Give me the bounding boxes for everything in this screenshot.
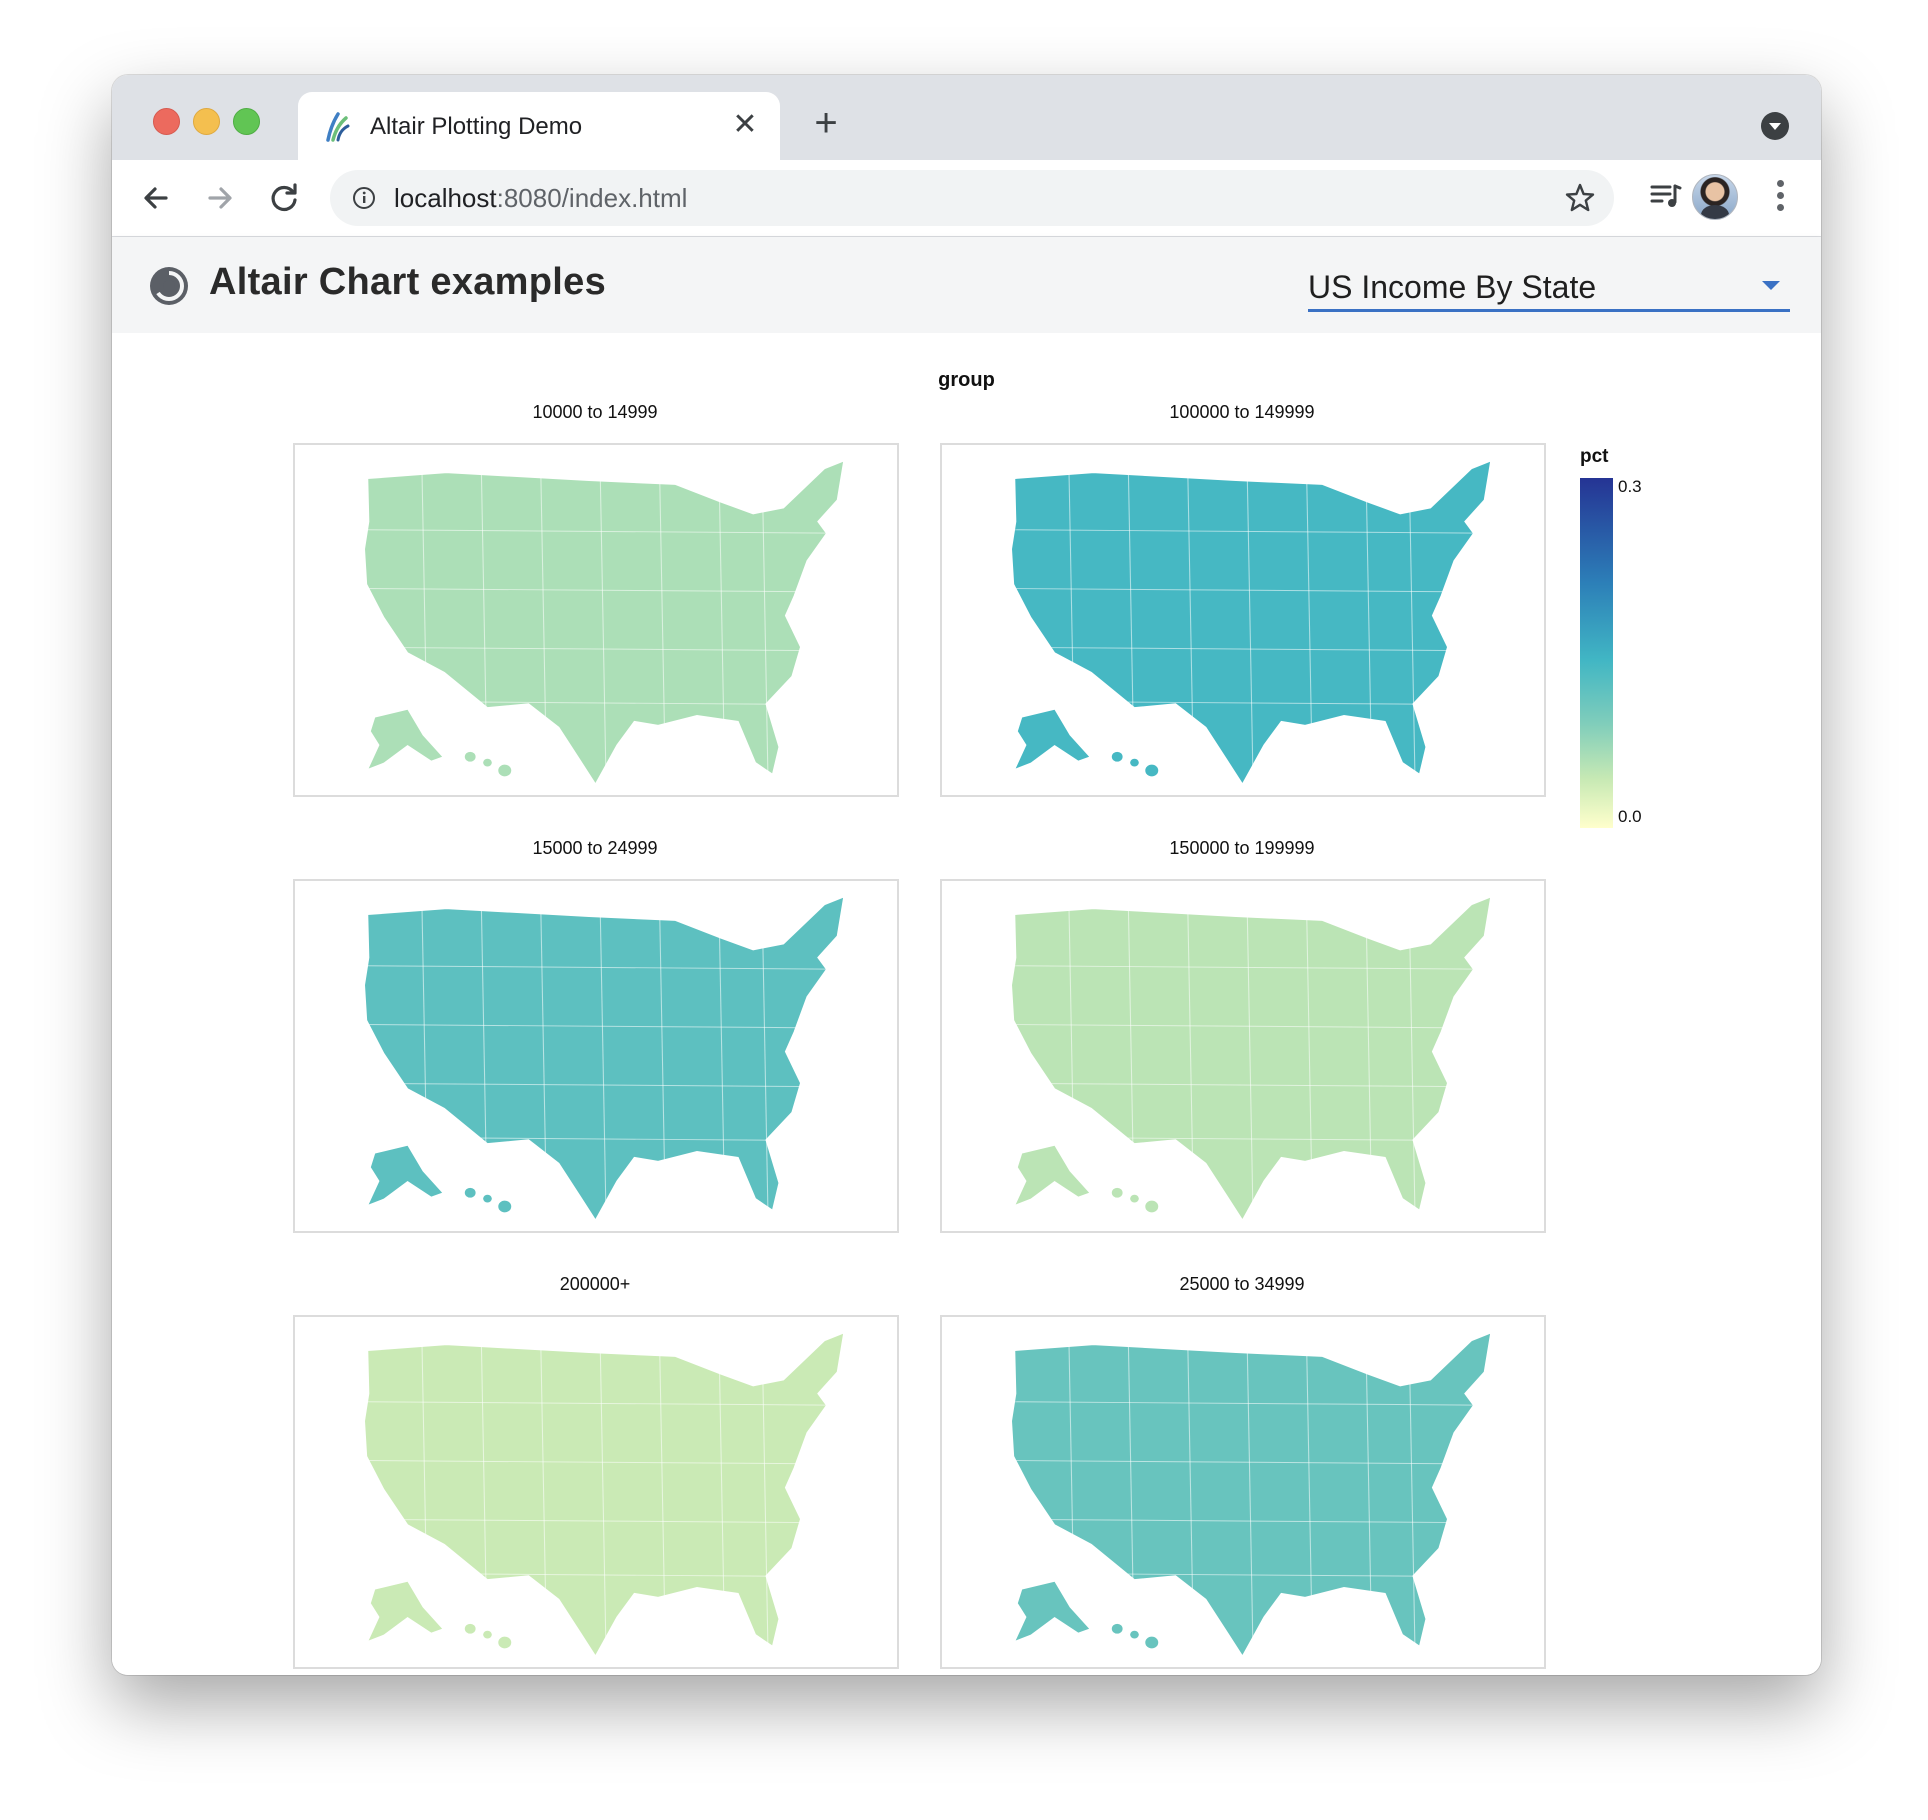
alaska-region [1015, 1145, 1090, 1205]
map-panel[interactable] [293, 1315, 899, 1669]
state-region [1010, 1331, 1492, 1658]
browser-window: Altair Plotting Demo ✕ + localhost:8080/… [112, 75, 1821, 1675]
alaska-region [368, 709, 443, 769]
facet-header: group [938, 369, 995, 391]
hawaii-island [1145, 1200, 1159, 1213]
hawaii-island [464, 1623, 476, 1634]
hawaii-island [1130, 1630, 1139, 1639]
panel-title: 10000 to 14999 [532, 402, 658, 422]
panel-title: 150000 to 199999 [1169, 838, 1315, 858]
hawaii-island [1111, 1623, 1123, 1634]
hawaii-island [483, 1194, 492, 1203]
tab-title: Altair Plotting Demo [370, 113, 583, 140]
state-region [1010, 459, 1492, 786]
us-map [1010, 459, 1492, 786]
alaska-region [1015, 1581, 1090, 1641]
hawaii-island [1130, 758, 1139, 767]
reload-icon[interactable] [264, 178, 304, 218]
address-bar[interactable]: localhost:8080/index.html [330, 170, 1614, 226]
hawaii-island [464, 751, 476, 762]
panel-title: 200000+ [559, 1274, 631, 1294]
forward-icon[interactable] [200, 178, 240, 218]
hawaii-island [483, 1630, 492, 1639]
url-path: :8080/index.html [496, 183, 688, 213]
legend-min-label: 0.0 [1618, 807, 1642, 826]
minimize-window-button[interactable] [193, 108, 220, 135]
state-region [363, 459, 845, 786]
browser-menu-icon[interactable] [1774, 180, 1786, 214]
tab-strip: Altair Plotting Demo ✕ + [112, 75, 1821, 160]
media-queue-icon[interactable] [1648, 178, 1684, 214]
panel-title: 100000 to 149999 [1169, 402, 1315, 422]
app-header: Altair Chart examples US Income By State [112, 237, 1821, 333]
site-info-icon[interactable] [352, 186, 376, 210]
profile-avatar[interactable] [1692, 174, 1738, 220]
tab-search-icon[interactable] [1761, 112, 1789, 140]
panel-title: 15000 to 24999 [532, 838, 658, 858]
hawaii-island [498, 1200, 512, 1213]
url-text: localhost:8080/index.html [394, 183, 687, 214]
hawaii-island [1111, 1187, 1123, 1198]
alaska-region [368, 1581, 443, 1641]
panel-title: 25000 to 34999 [1179, 1274, 1305, 1294]
new-tab-button[interactable]: + [806, 103, 846, 145]
alaska-region [1015, 709, 1090, 769]
hawaii-island [498, 1636, 512, 1649]
us-map [1010, 1331, 1492, 1658]
hawaii-island [1130, 1194, 1139, 1203]
browser-toolbar: localhost:8080/index.html [112, 160, 1821, 237]
hawaii-island [498, 764, 512, 777]
us-map [363, 1331, 845, 1658]
state-region [363, 1331, 845, 1658]
legend-max-label: 0.3 [1618, 477, 1642, 496]
close-window-button[interactable] [153, 108, 180, 135]
hawaii-island [464, 1187, 476, 1198]
app-title: Altair Chart examples [209, 261, 607, 303]
hawaii-island [1145, 764, 1159, 777]
close-tab-icon[interactable]: ✕ [728, 108, 762, 142]
chart-area: group 10000 to 14999 100000 to 149999 15… [112, 333, 1821, 1675]
state-region [1010, 895, 1492, 1222]
hawaii-island [1111, 751, 1123, 762]
map-panel[interactable] [293, 443, 899, 797]
color-legend-gradient [1580, 478, 1613, 828]
dataset-select-value: US Income By State [1308, 269, 1597, 305]
active-tab[interactable]: Altair Plotting Demo ✕ [298, 92, 780, 160]
app-logo-icon [150, 267, 188, 305]
maximize-window-button[interactable] [233, 108, 260, 135]
altair-favicon-icon [326, 112, 350, 142]
map-panel[interactable] [293, 879, 899, 1233]
us-map [1010, 895, 1492, 1222]
hawaii-island [1145, 1636, 1159, 1649]
map-panel[interactable] [940, 443, 1546, 797]
map-panel[interactable] [940, 1315, 1546, 1669]
dataset-select[interactable]: US Income By State [1308, 263, 1790, 312]
url-host: localhost [394, 183, 497, 213]
us-map [363, 459, 845, 786]
hawaii-island [483, 758, 492, 767]
dropdown-caret-icon [1762, 281, 1780, 290]
map-panel[interactable] [940, 879, 1546, 1233]
us-map [363, 895, 845, 1222]
back-icon[interactable] [136, 178, 176, 218]
alaska-region [368, 1145, 443, 1205]
legend-title: pct [1580, 446, 1609, 467]
state-region [363, 895, 845, 1222]
bookmark-star-icon[interactable] [1564, 182, 1596, 214]
